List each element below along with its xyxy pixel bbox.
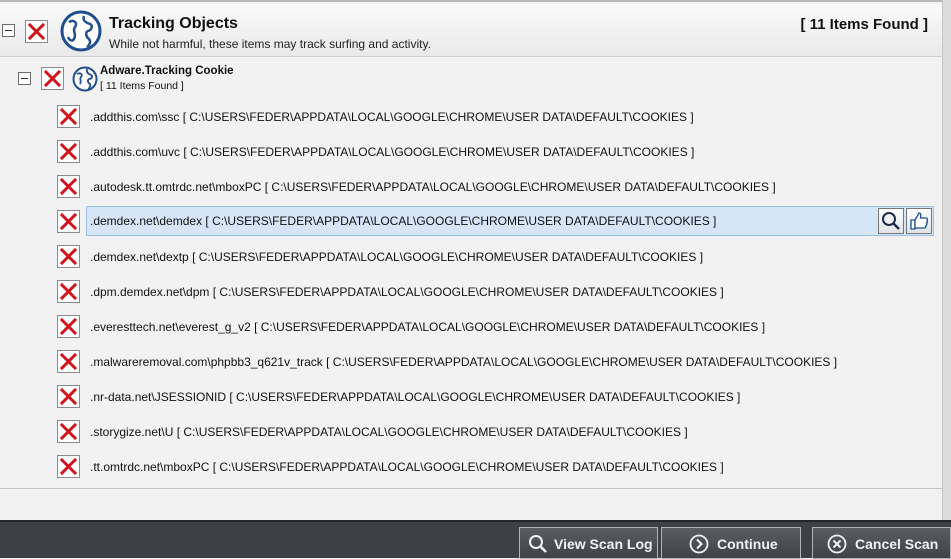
red-x-icon xyxy=(43,69,62,88)
list-item[interactable]: .addthis.com\uvc [ C:\USERS\FEDER\APPDAT… xyxy=(86,137,934,167)
red-x-icon xyxy=(59,352,78,371)
item-label: .autodesk.tt.omtrdc.net\mboxPC [ C:\USER… xyxy=(90,180,776,194)
category-description: While not harmful, these items may track… xyxy=(109,37,431,51)
cancel-scan-button[interactable]: Cancel Scan xyxy=(812,527,951,559)
list-item[interactable]: .storygize.net\U [ C:\USERS\FEDER\APPDAT… xyxy=(86,417,934,447)
category-count: [ 11 Items Found ] xyxy=(800,16,928,33)
magnifier-icon xyxy=(529,535,547,553)
item-label: .malwareremoval.com\phpbb3_q621v_track [… xyxy=(90,355,838,369)
item-delete-checkbox[interactable] xyxy=(57,245,80,268)
collapse-category-button[interactable] xyxy=(2,24,15,37)
red-x-icon xyxy=(27,22,46,41)
red-x-icon xyxy=(59,282,78,301)
cancel-scan-label: Cancel Scan xyxy=(855,536,939,552)
magnifier-icon xyxy=(882,212,900,230)
globe-icon xyxy=(60,10,102,52)
collapse-subcategory-button[interactable] xyxy=(18,72,31,85)
red-x-icon xyxy=(59,387,78,406)
continue-label: Continue xyxy=(717,536,778,552)
item-delete-checkbox[interactable] xyxy=(57,350,80,373)
item-delete-checkbox[interactable] xyxy=(57,140,80,163)
red-x-icon xyxy=(59,142,78,161)
item-label: .demdex.net\demdex [ C:\USERS\FEDER\APPD… xyxy=(90,214,717,228)
item-delete-checkbox[interactable] xyxy=(57,105,80,128)
item-delete-checkbox[interactable] xyxy=(57,210,80,233)
category-header: Tracking Objects While not harmful, thes… xyxy=(0,4,942,57)
item-label: .tt.omtrdc.net\mboxPC [ C:\USERS\FEDER\A… xyxy=(90,460,724,474)
subcategory-count: [ 11 Items Found ] xyxy=(100,80,184,92)
list-item[interactable]: .tt.omtrdc.net\mboxPC [ C:\USERS\FEDER\A… xyxy=(86,452,934,482)
list-item[interactable]: .malwareremoval.com\phpbb3_q621v_track [… xyxy=(86,347,934,377)
red-x-icon xyxy=(59,457,78,476)
list-item[interactable]: .addthis.com\ssc [ C:\USERS\FEDER\APPDAT… xyxy=(86,102,934,132)
category-title: Tracking Objects xyxy=(109,15,238,32)
top-border xyxy=(0,0,951,2)
red-x-icon xyxy=(59,107,78,126)
subcategory-title: Adware.Tracking Cookie xyxy=(100,65,234,77)
item-label: .addthis.com\uvc [ C:\USERS\FEDER\APPDAT… xyxy=(90,145,695,159)
item-delete-checkbox[interactable] xyxy=(57,420,80,443)
list-item[interactable]: .nr-data.net\JSESSIONID [ C:\USERS\FEDER… xyxy=(86,382,934,412)
red-x-icon xyxy=(59,317,78,336)
list-item[interactable]: .dpm.demdex.net\dpm [ C:\USERS\FEDER\APP… xyxy=(86,277,934,307)
view-scan-log-label: View Scan Log xyxy=(554,536,653,552)
details-button[interactable] xyxy=(878,208,904,234)
red-x-icon xyxy=(59,177,78,196)
item-label: .demdex.net\dextp [ C:\USERS\FEDER\APPDA… xyxy=(90,250,704,264)
footer-bar: View Scan Log Continue Cancel Scan xyxy=(0,520,951,559)
item-delete-checkbox[interactable] xyxy=(57,280,80,303)
category-delete-checkbox[interactable] xyxy=(25,20,48,43)
list-item-selected[interactable]: .demdex.net\demdex [ C:\USERS\FEDER\APPD… xyxy=(86,206,934,236)
view-scan-log-button[interactable]: View Scan Log xyxy=(519,527,658,559)
arrow-circle-icon xyxy=(689,534,709,554)
thumbs-up-icon xyxy=(910,212,929,230)
list-item[interactable]: .everesttech.net\everest_g_v2 [ C:\USERS… xyxy=(86,312,934,342)
list-divider xyxy=(0,488,942,489)
item-delete-checkbox[interactable] xyxy=(57,315,80,338)
item-delete-checkbox[interactable] xyxy=(57,455,80,478)
item-label: .nr-data.net\JSESSIONID [ C:\USERS\FEDER… xyxy=(90,390,741,404)
item-label: .dpm.demdex.net\dpm [ C:\USERS\FEDER\APP… xyxy=(90,285,724,299)
trust-button[interactable] xyxy=(906,208,932,234)
red-x-icon xyxy=(59,247,78,266)
list-item[interactable]: .autodesk.tt.omtrdc.net\mboxPC [ C:\USER… xyxy=(86,172,934,202)
item-delete-checkbox[interactable] xyxy=(57,175,80,198)
item-label: .addthis.com\ssc [ C:\USERS\FEDER\APPDAT… xyxy=(90,110,694,124)
globe-icon xyxy=(72,66,98,92)
subcategory-delete-checkbox[interactable] xyxy=(41,67,64,90)
item-label: .everesttech.net\everest_g_v2 [ C:\USERS… xyxy=(90,320,766,334)
x-circle-icon xyxy=(827,534,847,554)
item-label: .storygize.net\U [ C:\USERS\FEDER\APPDAT… xyxy=(90,425,688,439)
scrollbar[interactable] xyxy=(942,0,951,520)
list-item[interactable]: .demdex.net\dextp [ C:\USERS\FEDER\APPDA… xyxy=(86,242,934,272)
red-x-icon xyxy=(59,422,78,441)
red-x-icon xyxy=(59,212,78,231)
item-delete-checkbox[interactable] xyxy=(57,385,80,408)
continue-button[interactable]: Continue xyxy=(661,527,801,559)
row-actions xyxy=(876,208,932,234)
